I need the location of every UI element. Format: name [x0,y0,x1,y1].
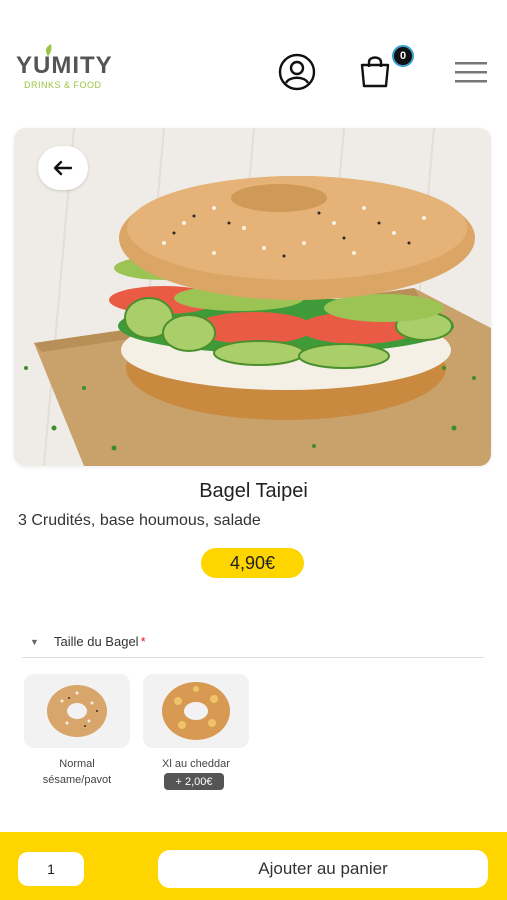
logo[interactable]: YUMITY DRINKS & FOOD [16,44,126,96]
bagel-cheddar-thumbnail [162,682,230,740]
logo-tagline: DRINKS & FOOD [24,80,102,90]
arrow-left-icon [53,160,73,176]
price-badge: 4,90€ [201,548,304,578]
product-title: Bagel Taipei [199,480,308,502]
logo-wordmark: YUMITY [16,52,113,79]
choice-label-normal-line1: Normal [59,758,95,770]
user-icon [278,53,316,91]
bagel-photo [14,128,491,466]
required-marker: * [140,634,146,649]
shopping-bag-icon [360,56,390,88]
extra-price-badge: + 2,00€ [164,773,224,790]
menu-button[interactable] [450,56,492,88]
add-to-cart-button[interactable]: Ajouter au panier [158,850,488,888]
option-choice-xl-cheddar[interactable] [143,674,249,748]
choice-label-xl-cheddar: Xl au cheddar [136,756,256,772]
option-choice-normal[interactable] [24,674,130,748]
back-button[interactable] [38,146,88,190]
cart-count-badge: 0 [392,45,414,67]
hamburger-menu-icon [455,62,487,83]
choice-label-xl-line1: Xl au cheddar [162,758,230,770]
quantity-input[interactable] [18,852,84,886]
bagel-normal-thumbnail [47,685,107,737]
account-button[interactable] [276,51,318,93]
option-group-title: Taille du Bagel [54,634,139,649]
product-image-card [14,128,491,466]
choice-label-normal: Normal sésame/pavot [17,756,137,788]
chevron-down-icon: ▼ [30,636,39,647]
choice-label-normal-line2: sésame/pavot [42,774,112,786]
product-description: 3 Crudités, base houmous, salade [18,512,261,529]
option-group-header[interactable]: ▼ Taille du Bagel * [22,626,484,658]
app-header: YUMITY DRINKS & FOOD 0 [0,0,507,130]
